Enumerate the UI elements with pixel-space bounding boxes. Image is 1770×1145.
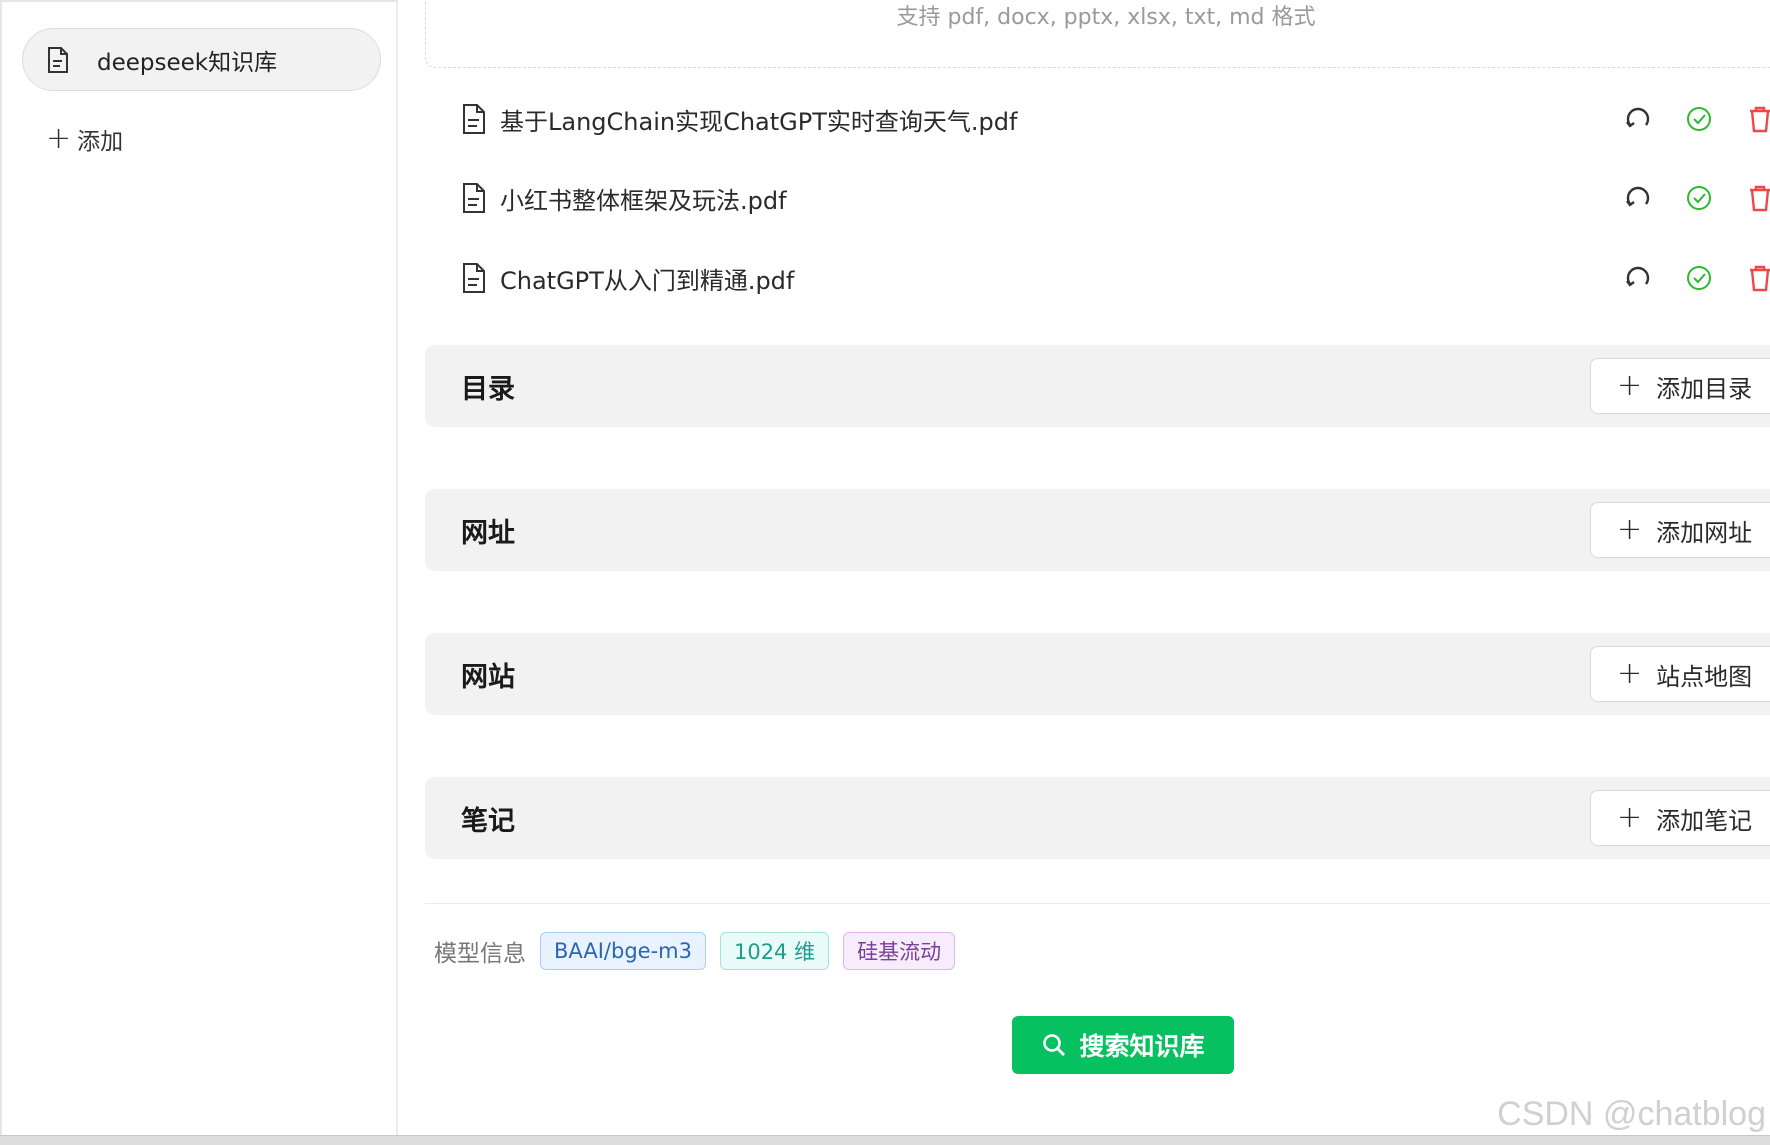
check-circle-icon[interactable] xyxy=(1683,262,1715,294)
section-website: 网站 + 站点地图 xyxy=(425,633,1770,715)
file-row: ChatGPT从入门到精通.pdf xyxy=(462,258,1770,298)
file-name: ChatGPT从入门到精通.pdf xyxy=(500,266,795,295)
file-icon xyxy=(462,183,486,213)
button-label: 添加目录 xyxy=(1656,374,1753,403)
upload-dropzone[interactable]: 支持 pdf, docx, pptx, xlsx, txt, md 格式 xyxy=(425,0,1770,68)
file-row: 小红书整体框架及玩法.pdf xyxy=(462,178,1770,218)
button-label: 站点地图 xyxy=(1656,662,1753,691)
button-label: 添加笔记 xyxy=(1656,806,1753,835)
provider-tag: 硅基流动 xyxy=(843,932,956,970)
section-directory: 目录 + 添加目录 xyxy=(425,345,1770,427)
plus-icon: + xyxy=(1617,512,1643,547)
upload-hint: 支持 pdf, docx, pptx, xlsx, txt, md 格式 xyxy=(896,5,1316,30)
section-title: 笔记 xyxy=(461,805,515,837)
main-content: 支持 pdf, docx, pptx, xlsx, txt, md 格式 基于L… xyxy=(400,0,1770,1135)
knowledge-base-name: deepseek知识库 xyxy=(97,49,278,76)
model-info: 模型信息 BAAI/bge-m3 1024 维 硅基流动 xyxy=(434,932,969,970)
add-knowledge-base-button[interactable]: + 添加 xyxy=(46,122,123,156)
search-icon xyxy=(1041,1032,1067,1058)
sitemap-button[interactable]: + 站点地图 xyxy=(1590,646,1770,702)
window-bottom-bar xyxy=(0,1135,1770,1145)
add-directory-button[interactable]: + 添加目录 xyxy=(1590,358,1770,414)
model-info-label: 模型信息 xyxy=(434,941,526,967)
delete-icon[interactable] xyxy=(1744,182,1770,214)
file-icon xyxy=(462,104,486,134)
check-circle-icon[interactable] xyxy=(1683,103,1715,135)
section-url: 网址 + 添加网址 xyxy=(425,489,1770,571)
plus-icon: + xyxy=(1617,800,1643,835)
reprocess-icon[interactable] xyxy=(1622,103,1654,135)
section-title: 网址 xyxy=(461,517,515,549)
document-icon xyxy=(47,46,71,73)
section-title: 目录 xyxy=(461,373,515,405)
add-label: 添加 xyxy=(77,129,124,155)
file-row: 基于LangChain实现ChatGPT实时查询天气.pdf xyxy=(462,99,1770,139)
plus-icon: + xyxy=(46,121,72,156)
section-title: 网站 xyxy=(461,661,515,693)
section-notes: 笔记 + 添加笔记 xyxy=(425,777,1770,859)
watermark: CSDN @chatblog xyxy=(1497,1095,1766,1133)
reprocess-icon[interactable] xyxy=(1622,182,1654,214)
plus-icon: + xyxy=(1617,656,1643,691)
file-name: 基于LangChain实现ChatGPT实时查询天气.pdf xyxy=(500,107,1018,136)
file-name: 小红书整体框架及玩法.pdf xyxy=(500,186,787,215)
add-note-button[interactable]: + 添加笔记 xyxy=(1590,790,1770,846)
reprocess-icon[interactable] xyxy=(1622,262,1654,294)
dimension-tag: 1024 维 xyxy=(719,932,830,970)
search-knowledge-base-button[interactable]: 搜索知识库 xyxy=(1012,1016,1234,1074)
button-label: 添加网址 xyxy=(1656,518,1753,547)
file-actions xyxy=(1622,262,1770,294)
file-actions xyxy=(1622,103,1770,135)
search-button-label: 搜索知识库 xyxy=(1079,1032,1205,1061)
check-circle-icon[interactable] xyxy=(1683,182,1715,214)
app-window: deepseek知识库 + 添加 支持 pdf, docx, pptx, xls… xyxy=(0,0,1770,1145)
delete-icon[interactable] xyxy=(1744,262,1770,294)
file-actions xyxy=(1622,182,1770,214)
file-icon xyxy=(462,263,486,293)
knowledge-base-item[interactable]: deepseek知识库 xyxy=(22,28,381,91)
sidebar: deepseek知识库 + 添加 xyxy=(0,0,398,1135)
model-name-tag: BAAI/bge-m3 xyxy=(540,932,706,970)
plus-icon: + xyxy=(1617,368,1643,403)
add-url-button[interactable]: + 添加网址 xyxy=(1590,502,1770,558)
divider xyxy=(425,903,1770,904)
delete-icon[interactable] xyxy=(1744,103,1770,135)
